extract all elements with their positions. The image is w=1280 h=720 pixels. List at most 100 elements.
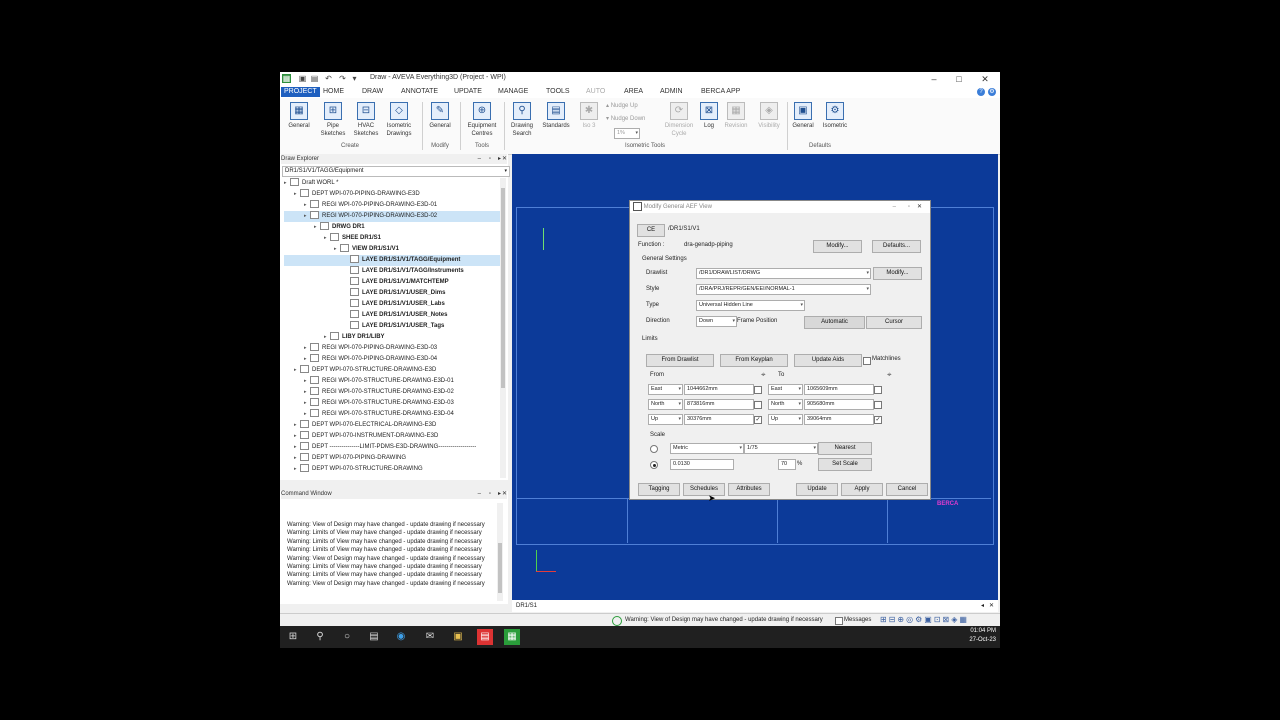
tree-node[interactable]: LAYE DR1/S1/V1/USER_Tags xyxy=(284,321,500,332)
tree-node[interactable]: ▸ DEPT WPI-070-PIPING-DRAWING xyxy=(284,453,500,464)
to-up-checkbox[interactable]: ✓ xyxy=(874,416,882,424)
create-general-button[interactable]: ▦ General xyxy=(284,98,314,130)
status-tool-icons[interactable]: ⊞⊟⊕◎⚙▣⊡⊠◈▦ xyxy=(880,615,969,624)
scale-system-select[interactable]: Metric ▾ xyxy=(670,443,744,454)
dialog-maximize-icon[interactable]: ▫ xyxy=(908,201,910,213)
tree-node[interactable]: LAYE DR1/S1/V1/MATCHTEMP xyxy=(284,277,500,288)
modify-function-button[interactable]: Modify... xyxy=(813,240,862,253)
to-east-checkbox[interactable] xyxy=(874,386,882,394)
to-up-input[interactable]: 39064mm xyxy=(804,414,874,425)
tab-admin[interactable]: ADMIN xyxy=(660,88,683,95)
scrollbar-thumb[interactable] xyxy=(501,188,505,388)
ce-button[interactable]: CE xyxy=(637,224,665,237)
from-north-checkbox[interactable] xyxy=(754,401,762,409)
modify-general-button[interactable]: ✎ General xyxy=(425,98,455,130)
tree-node[interactable]: ▸ REGI WPI-070-PIPING-DRAWING-E3D-02 xyxy=(284,211,500,222)
messages-icon[interactable] xyxy=(835,617,843,625)
from-up-axis-select[interactable]: Up ▾ xyxy=(648,414,683,425)
panel-float-icon[interactable]: ▫ xyxy=(489,489,491,499)
from-up-input[interactable]: 30376mm xyxy=(684,414,754,425)
tree-node[interactable]: ▸ DEPT ---------------LIMIT-PDMS-E3D-DRAW… xyxy=(284,442,500,453)
panel-minimize-icon[interactable]: – xyxy=(478,154,481,164)
to-north-checkbox[interactable] xyxy=(874,401,882,409)
explorer-scrollbar[interactable] xyxy=(500,178,506,478)
tree-node[interactable]: ▸ DRWG DR1 xyxy=(284,222,500,233)
tree-node[interactable]: ▸ DEPT WPI-070-INSTRUMENT-DRAWING-E3D xyxy=(284,431,500,442)
pipe-sketches-button[interactable]: ⊞ Pipe Sketches xyxy=(318,98,348,138)
tree-node[interactable]: ▸ REGI WPI-070-STRUCTURE-DRAWING-E3D-04 xyxy=(284,409,500,420)
panel-minimize-icon[interactable]: – xyxy=(478,489,481,499)
close-button[interactable]: ✕ xyxy=(973,73,997,85)
iso3-button[interactable]: ✱ Iso 3 xyxy=(574,98,604,130)
to-north-axis-select[interactable]: North ▾ xyxy=(768,399,803,410)
tree-node[interactable]: ▸ REGI WPI-070-STRUCTURE-DRAWING-E3D-03 xyxy=(284,398,500,409)
defaults-isometric-button[interactable]: ⚙ Isometric xyxy=(820,98,850,130)
save-icon[interactable]: ▣ xyxy=(298,74,307,83)
tab-home[interactable]: HOME xyxy=(323,88,344,95)
to-up-axis-select[interactable]: Up ▾ xyxy=(768,414,803,425)
modify-drawlist-button[interactable]: Modify... xyxy=(873,267,922,280)
tree-node[interactable]: ▸ REGI WPI-070-PIPING-DRAWING-E3D-01 xyxy=(284,200,500,211)
explorer-path-select[interactable]: DR1/S1/V1/TAGG/Equipment ▾ xyxy=(282,166,510,177)
tree-node[interactable]: ▸ VIEW DR1/S1/V1 xyxy=(284,244,500,255)
nudge-percent-select[interactable]: 1% ▾ xyxy=(614,128,640,139)
equipment-centres-button[interactable]: ⊕ Equipment Centres xyxy=(466,98,498,138)
scrollbar-thumb[interactable] xyxy=(498,543,502,593)
open-icon[interactable]: ▤ xyxy=(310,74,319,83)
command-scrollbar[interactable] xyxy=(497,503,503,601)
type-select[interactable]: Universal Hidden Line ▾ xyxy=(696,300,805,311)
tab-manage[interactable]: MANAGE xyxy=(498,88,528,95)
style-select[interactable]: /DRA/PRJ/REPR/GEN/EEI/NORMAL-1 ▾ xyxy=(696,284,871,295)
dimension-cycle-button[interactable]: ⟳ Dimension Cycle xyxy=(663,98,695,138)
tree-node[interactable]: ▸ REGI WPI-070-PIPING-DRAWING-E3D-04 xyxy=(284,354,500,365)
revision-button[interactable]: ▦ Revision xyxy=(721,98,751,130)
to-east-axis-select[interactable]: East ▾ xyxy=(768,384,803,395)
tree-node[interactable]: LAYE DR1/S1/V1/USER_Dims xyxy=(284,288,500,299)
direction-select[interactable]: Down ▾ xyxy=(696,316,737,327)
edge-icon[interactable]: ◉ xyxy=(393,629,409,645)
undo-icon[interactable]: ↶ xyxy=(324,74,333,83)
tagging-button[interactable]: Tagging xyxy=(638,483,680,496)
search-icon[interactable]: ⚲ xyxy=(312,629,328,645)
automatic-button[interactable]: Automatic xyxy=(804,316,865,329)
attributes-button[interactable]: Attributes xyxy=(728,483,770,496)
from-up-checkbox[interactable]: ✓ xyxy=(754,416,762,424)
aveva-app-icon[interactable]: ▦ xyxy=(504,629,520,645)
tree-node[interactable]: LAYE DR1/S1/V1/TAGG/Equipment xyxy=(284,255,500,266)
tab-area[interactable]: AREA xyxy=(624,88,643,95)
schedules-button[interactable]: Schedules xyxy=(683,483,725,496)
maximize-button[interactable]: □ xyxy=(947,73,971,85)
cancel-button[interactable]: Cancel xyxy=(886,483,928,496)
dialog-close-icon[interactable]: ✕ xyxy=(917,201,922,213)
nudge-down-button[interactable]: ▾ Nudge Down xyxy=(606,115,645,122)
scale-value-input[interactable]: 0.0130 xyxy=(670,459,734,470)
tree-node[interactable]: ▸ REGI WPI-070-PIPING-DRAWING-E3D-03 xyxy=(284,343,500,354)
hvac-sketches-button[interactable]: ⊟ HVAC Sketches xyxy=(351,98,381,138)
matchlines-checkbox[interactable] xyxy=(863,357,871,365)
pick-to-icon[interactable]: ⌖ xyxy=(887,370,892,380)
from-east-axis-select[interactable]: East ▾ xyxy=(648,384,683,395)
help-icon[interactable]: ? xyxy=(977,88,985,96)
scale-ratio-select[interactable]: 1/75 ▾ xyxy=(744,443,818,454)
tree-node[interactable]: ▸ DEPT WPI-070-ELECTRICAL-DRAWING-E3D xyxy=(284,420,500,431)
scroll-left-icon[interactable]: ◂ xyxy=(981,600,984,612)
pdf-app-icon[interactable]: ▤ xyxy=(477,629,493,645)
from-north-input[interactable]: 873816mm xyxy=(684,399,754,410)
panel-float-icon[interactable]: ▫ xyxy=(489,154,491,164)
update-button[interactable]: Update xyxy=(796,483,838,496)
panel-close-icon[interactable]: ✕ xyxy=(502,489,507,499)
panel-pin-icon[interactable]: ▸ xyxy=(498,489,501,499)
drawlist-select[interactable]: /DR1/DRAWLIST/DRWG ▾ xyxy=(696,268,871,279)
cursor-button[interactable]: Cursor xyxy=(866,316,922,329)
dialog-minimize-icon[interactable]: – xyxy=(893,201,896,213)
panel-pin-icon[interactable]: ▸ xyxy=(498,154,501,164)
settings-icon[interactable]: ⚙ xyxy=(988,88,996,96)
cortana-icon[interactable]: ○ xyxy=(339,629,355,645)
tree-node[interactable]: LAYE DR1/S1/V1/TAGG/Instruments xyxy=(284,266,500,277)
defaults-button[interactable]: Defaults... xyxy=(872,240,921,253)
tab-update[interactable]: UPDATE xyxy=(454,88,482,95)
set-scale-button[interactable]: Set Scale xyxy=(818,458,872,471)
tree-node[interactable]: ▸ DEPT WPI-070-PIPING-DRAWING-E3D xyxy=(284,189,500,200)
tab-annotate[interactable]: ANNOTATE xyxy=(401,88,438,95)
tab-tools[interactable]: TOOLS xyxy=(546,88,570,95)
